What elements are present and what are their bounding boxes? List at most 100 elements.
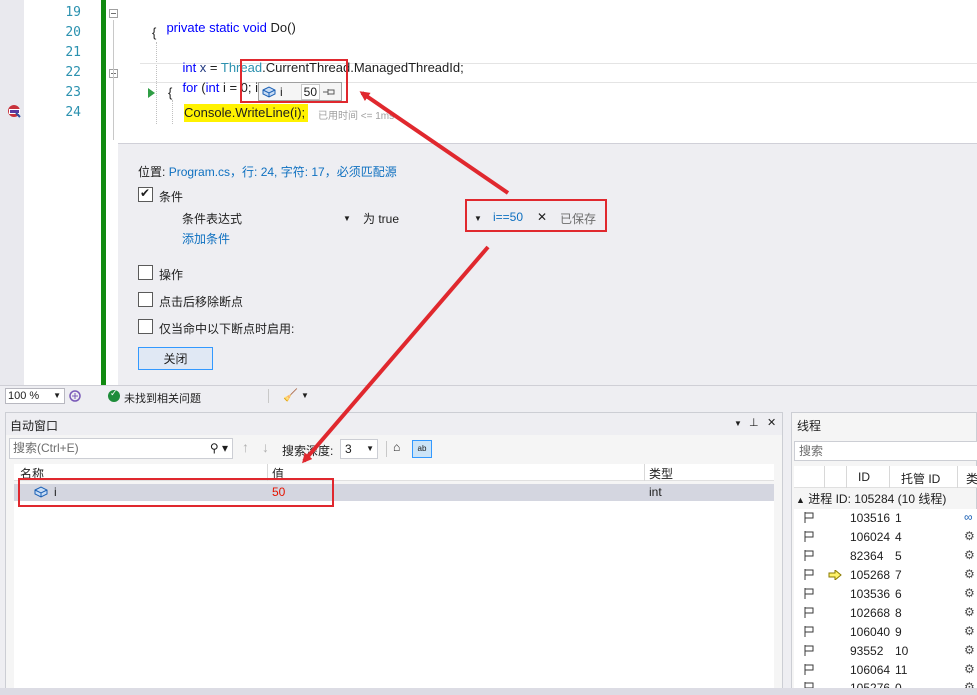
process-group-label: 进程 ID: 105284 (10 线程): [808, 492, 947, 506]
issues-text[interactable]: 未找到相关问题: [124, 390, 201, 406]
thread-id: 82364: [850, 549, 884, 563]
managed-id: 9: [895, 625, 902, 639]
process-group-row[interactable]: ▲ 进程 ID: 105284 (10 线程): [796, 490, 946, 507]
threads-titlebar[interactable]: 线程: [792, 413, 977, 435]
actions-label: 操作: [159, 268, 184, 282]
thread-row[interactable]: 82364 5 ⚙: [794, 547, 977, 566]
search-depth-label: 搜索深度:: [282, 444, 334, 458]
column-id[interactable]: ID: [858, 470, 870, 484]
flag-icon[interactable]: [804, 588, 814, 599]
table-row[interactable]: i 50 int: [14, 484, 774, 501]
autos-search-input[interactable]: 搜索(Ctrl+E) ⚲ ▾: [9, 438, 233, 459]
column-name[interactable]: 名称: [20, 465, 44, 482]
window-position-icon[interactable]: ▼: [734, 419, 742, 428]
column-separator[interactable]: [644, 464, 645, 481]
breakpoint-condition-icon[interactable]: [7, 104, 22, 119]
collapse-toggle[interactable]: [109, 9, 118, 18]
code-line-23[interactable]: {: [168, 85, 172, 100]
autos-grid-body: [14, 501, 774, 691]
indent-guide: [156, 42, 157, 124]
datatip-value[interactable]: 50: [300, 83, 321, 100]
collapse-triangle-icon[interactable]: ▲: [796, 495, 805, 505]
column-value[interactable]: 值: [272, 465, 284, 482]
current-thread-arrow-icon: [828, 570, 842, 580]
only-enable-checkbox[interactable]: [138, 319, 153, 334]
add-condition-link[interactable]: 添加条件: [182, 230, 230, 247]
pin-icon[interactable]: [323, 88, 335, 96]
line-number: 23: [65, 85, 81, 100]
chevron-down-icon[interactable]: ▼: [301, 391, 309, 400]
flag-icon[interactable]: [804, 569, 814, 580]
search-placeholder: 搜索(Ctrl+E): [13, 441, 79, 455]
actions-checkbox[interactable]: [138, 265, 153, 280]
glyph-margin[interactable]: [0, 0, 24, 385]
thread-row[interactable]: 93552 10 ⚙: [794, 642, 977, 661]
code-line-24[interactable]: Console.WriteLine(i);: [184, 105, 305, 120]
condition-when-dropdown[interactable]: 为 true: [363, 210, 399, 227]
managed-id: 8: [895, 606, 902, 620]
thread-row[interactable]: 103536 6 ⚙: [794, 585, 977, 604]
thread-row[interactable]: 102668 8 ⚙: [794, 604, 977, 623]
pin-icon[interactable]: ⊥: [749, 416, 759, 429]
flag-icon[interactable]: [804, 607, 814, 618]
threads-window: 线程 搜索 ID 托管 ID 类 ▲ 进程 ID: 105284 (10 线程)…: [791, 412, 977, 695]
thread-id: 106040: [850, 625, 891, 639]
flag-icon[interactable]: [804, 550, 814, 561]
flag-icon[interactable]: [804, 512, 814, 523]
remove-after-hit-checkbox[interactable]: [138, 292, 153, 307]
flag-icon[interactable]: [804, 531, 814, 542]
close-button[interactable]: 关闭: [138, 347, 213, 370]
cleanup-brush-icon[interactable]: 🧹: [283, 388, 298, 402]
saved-status: 已保存: [560, 212, 597, 226]
chevron-down-icon[interactable]: ▼: [474, 214, 482, 223]
breakpoint-settings-panel: 位置: Program.cs，行: 24, 字符: 17，必须匹配源 条件 条件…: [118, 143, 977, 385]
flag-icon[interactable]: [804, 645, 814, 656]
zoom-dropdown[interactable]: 100 % ▼: [5, 388, 65, 404]
close-icon[interactable]: ✕: [767, 416, 776, 429]
thread-row[interactable]: 103516 1 ∞: [794, 509, 977, 528]
hex-display-icon[interactable]: ab: [412, 440, 432, 458]
column-managed-id[interactable]: 托管 ID: [901, 470, 940, 487]
conditions-checkbox[interactable]: [138, 186, 153, 202]
column-type[interactable]: 类型: [649, 465, 673, 482]
only-enable-label: 仅当命中以下断点时启用:: [159, 322, 295, 336]
column-separator[interactable]: [957, 466, 958, 488]
code-editor[interactable]: 19 20 21 22 23 24 private static void Do…: [0, 0, 977, 385]
change-tracking-bar: [101, 0, 106, 385]
threads-search-input[interactable]: 搜索: [794, 441, 977, 461]
remove-condition-icon[interactable]: ✕: [537, 210, 547, 224]
condition-expression-value[interactable]: i==50: [493, 210, 523, 224]
thread-id: 103516: [850, 511, 891, 525]
code-line-20[interactable]: {: [152, 25, 156, 40]
search-next-icon[interactable]: ↓: [262, 439, 269, 455]
thread-id: 106064: [850, 663, 891, 677]
column-separator[interactable]: [889, 466, 890, 488]
thread-row[interactable]: 106064 11 ⚙: [794, 661, 977, 680]
thread-row[interactable]: 106024 4 ⚙: [794, 528, 977, 547]
search-previous-icon[interactable]: ↑: [242, 439, 249, 455]
search-depth-dropdown[interactable]: 3 ▼: [340, 439, 378, 459]
column-separator[interactable]: [846, 466, 847, 488]
chevron-down-icon[interactable]: ▼: [343, 214, 351, 223]
thread-id: 102668: [850, 606, 891, 620]
variable-value[interactable]: 50: [272, 485, 285, 499]
column-category[interactable]: 类: [966, 470, 977, 487]
search-icon[interactable]: ⚲ ▾: [210, 439, 228, 458]
line-number: 24: [65, 105, 81, 120]
condition-type-dropdown[interactable]: 条件表达式: [182, 210, 242, 227]
column-separator[interactable]: [824, 466, 825, 488]
thread-row[interactable]: 105268 7 ⚙: [794, 566, 977, 585]
next-statement-arrow-icon: [148, 88, 155, 98]
code-line-19[interactable]: private static void Do(): [152, 5, 295, 50]
flag-icon[interactable]: [804, 626, 814, 637]
autos-titlebar[interactable]: 自动窗口 ▼ ⊥ ✕: [6, 413, 782, 435]
bottom-tab-strip[interactable]: [0, 688, 977, 695]
thread-row[interactable]: 106040 9 ⚙: [794, 623, 977, 642]
flag-icon[interactable]: [804, 664, 814, 675]
intellicode-icon[interactable]: [68, 389, 82, 403]
column-separator[interactable]: [267, 464, 268, 481]
pin-members-icon[interactable]: ⌂: [393, 440, 400, 454]
datatip[interactable]: i 50: [258, 82, 342, 101]
location-link[interactable]: Program.cs，行: 24, 字符: 17，必须匹配源: [169, 165, 397, 179]
condition-expression-input[interactable]: i==50: [493, 210, 523, 224]
